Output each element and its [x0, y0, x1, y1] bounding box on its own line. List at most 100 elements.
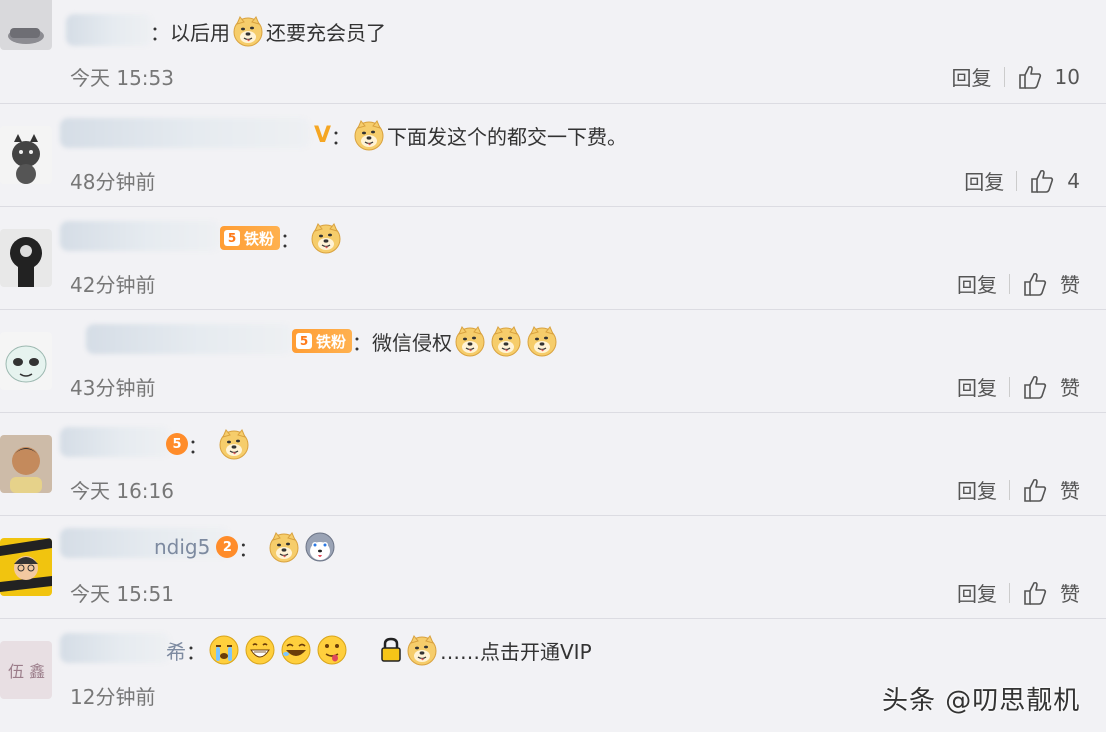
- username-blurred[interactable]: [66, 14, 152, 46]
- like-count: 赞: [1060, 376, 1080, 400]
- username-blurred[interactable]: [60, 633, 170, 663]
- doge-emoji-icon: [490, 325, 522, 357]
- doge-emoji-icon: [406, 634, 438, 666]
- comment-time: 今天 16:16: [70, 479, 174, 503]
- reply-button[interactable]: 回复: [952, 62, 992, 91]
- comment-actions: 回复 赞: [957, 578, 1080, 607]
- iron-fan-badge: 5 铁粉: [292, 329, 353, 353]
- comment-actions: 回复 赞: [957, 372, 1080, 401]
- comment-time: 12分钟前: [70, 685, 156, 709]
- comment-item: V ： 下面发这个的都交一下费。 48分钟前 回复 4: [0, 104, 1106, 207]
- username-blurred[interactable]: [86, 324, 292, 354]
- tongue-emoji-icon: [316, 634, 348, 666]
- like-button[interactable]: 10: [1017, 64, 1080, 90]
- comment-item: 5 ： 今天 16:16 回复 赞: [0, 413, 1106, 516]
- reply-button[interactable]: 回复: [957, 269, 997, 298]
- comment-time: 48分钟前: [70, 170, 156, 194]
- doge-emoji-icon: [454, 325, 486, 357]
- username-blurred[interactable]: [60, 118, 310, 148]
- badge-level: 5: [224, 230, 240, 246]
- username-fragment: 希: [166, 639, 186, 664]
- badge-label: 铁粉: [244, 229, 275, 248]
- svg-text:伍 鑫: 伍 鑫: [8, 662, 45, 681]
- like-count: 赞: [1060, 582, 1080, 606]
- badge-label: 铁粉: [316, 332, 347, 351]
- reply-button[interactable]: 回复: [957, 372, 997, 401]
- reply-button[interactable]: 回复: [957, 578, 997, 607]
- like-button[interactable]: 赞: [1022, 475, 1080, 504]
- username-blurred[interactable]: [60, 221, 220, 251]
- colon: ：: [150, 20, 170, 45]
- grinning-emoji-icon: [244, 634, 276, 666]
- doge-emoji-icon: [526, 325, 558, 357]
- colon: ：: [280, 227, 301, 252]
- comment-content: 5 ：: [164, 428, 252, 460]
- thumbs-up-icon: [1022, 271, 1048, 297]
- fan-level-badge: 2: [216, 536, 239, 558]
- doge-emoji-icon: [232, 15, 264, 47]
- like-button[interactable]: 赞: [1022, 372, 1080, 401]
- like-count: 赞: [1060, 273, 1080, 297]
- comment-text: ……点击开通VIP: [440, 639, 592, 664]
- thumbs-up-icon: [1022, 477, 1048, 503]
- comment-time: 今天 15:51: [70, 582, 174, 606]
- comment-actions: 回复 赞: [957, 475, 1080, 504]
- thumbs-up-icon: [1017, 64, 1043, 90]
- user-avatar[interactable]: [0, 435, 52, 493]
- user-avatar[interactable]: [0, 126, 52, 184]
- fan-level-badge: 5: [166, 433, 188, 455]
- comment-actions: 回复 4: [964, 166, 1080, 195]
- verified-v-icon: V: [314, 122, 332, 148]
- colon: ：: [352, 330, 373, 355]
- doge-emoji-icon: [218, 428, 250, 460]
- thumbs-up-icon: [1022, 580, 1048, 606]
- iron-fan-badge: 5 铁粉: [220, 226, 281, 250]
- user-avatar[interactable]: [0, 332, 52, 390]
- like-button[interactable]: 赞: [1022, 578, 1080, 607]
- comment-time: 今天 15:53: [70, 66, 174, 90]
- like-button[interactable]: 4: [1029, 168, 1080, 194]
- divider: [1009, 582, 1010, 603]
- comment-text: 下面发这个的都交一下费。: [387, 124, 628, 149]
- laughing-tears-emoji-icon: [280, 634, 312, 666]
- comment-actions: 回复 赞: [957, 269, 1080, 298]
- colon: ：: [331, 124, 352, 149]
- username-blurred[interactable]: [60, 427, 170, 457]
- like-count: 4: [1067, 168, 1080, 193]
- colon: ：: [186, 639, 206, 664]
- divider: [1003, 66, 1005, 87]
- user-avatar[interactable]: 伍 鑫: [0, 641, 52, 699]
- doge-emoji-icon: [353, 119, 385, 151]
- divider: [1009, 273, 1010, 294]
- like-count: 10: [1054, 64, 1080, 89]
- reply-button[interactable]: 回复: [957, 475, 997, 504]
- divider: [1016, 170, 1018, 191]
- comment-item: ndig5 2 ： 今天 15:51 回复 赞: [0, 516, 1106, 619]
- reply-button[interactable]: 回复: [964, 166, 1004, 195]
- comment-content: 5 铁粉 ： 微信侵权: [290, 325, 560, 357]
- comment-time: 43分钟前: [70, 376, 156, 400]
- comment-feed: ： 以后用 还要充会员了 今天 15:53 回复 10 V ： 下面发这个的都交…: [0, 0, 1106, 722]
- divider: [1009, 376, 1010, 397]
- user-avatar[interactable]: [0, 0, 52, 50]
- comment-content: ndig5 2 ：: [154, 531, 338, 563]
- comment-actions: 回复 10: [952, 62, 1080, 91]
- comment-content: 希 ： ……点击开通VIP: [166, 634, 592, 666]
- comment-item: 5 铁粉 ： 微信侵权 43分钟前 回复 赞: [0, 310, 1106, 413]
- user-avatar[interactable]: [0, 229, 52, 287]
- lock-icon: [381, 637, 401, 662]
- crying-emoji-icon: [208, 634, 240, 666]
- badge-level: 5: [296, 333, 312, 349]
- comment-time: 42分钟前: [70, 273, 156, 297]
- user-avatar[interactable]: [0, 538, 52, 596]
- like-button[interactable]: 赞: [1022, 269, 1080, 298]
- husky-emoji-icon: [304, 531, 336, 563]
- username-fragment: ndig5: [154, 535, 211, 559]
- comment-item: 5 铁粉 ： 42分钟前 回复 赞: [0, 207, 1106, 310]
- comment-content: ： 以后用 还要充会员了: [150, 15, 386, 47]
- comment-content: V ： 下面发这个的都交一下费。: [312, 119, 627, 151]
- comment-content: 5 铁粉 ：: [218, 222, 344, 254]
- like-count: 赞: [1060, 479, 1080, 503]
- comment-text: 以后用: [170, 20, 230, 45]
- colon: ：: [238, 536, 259, 561]
